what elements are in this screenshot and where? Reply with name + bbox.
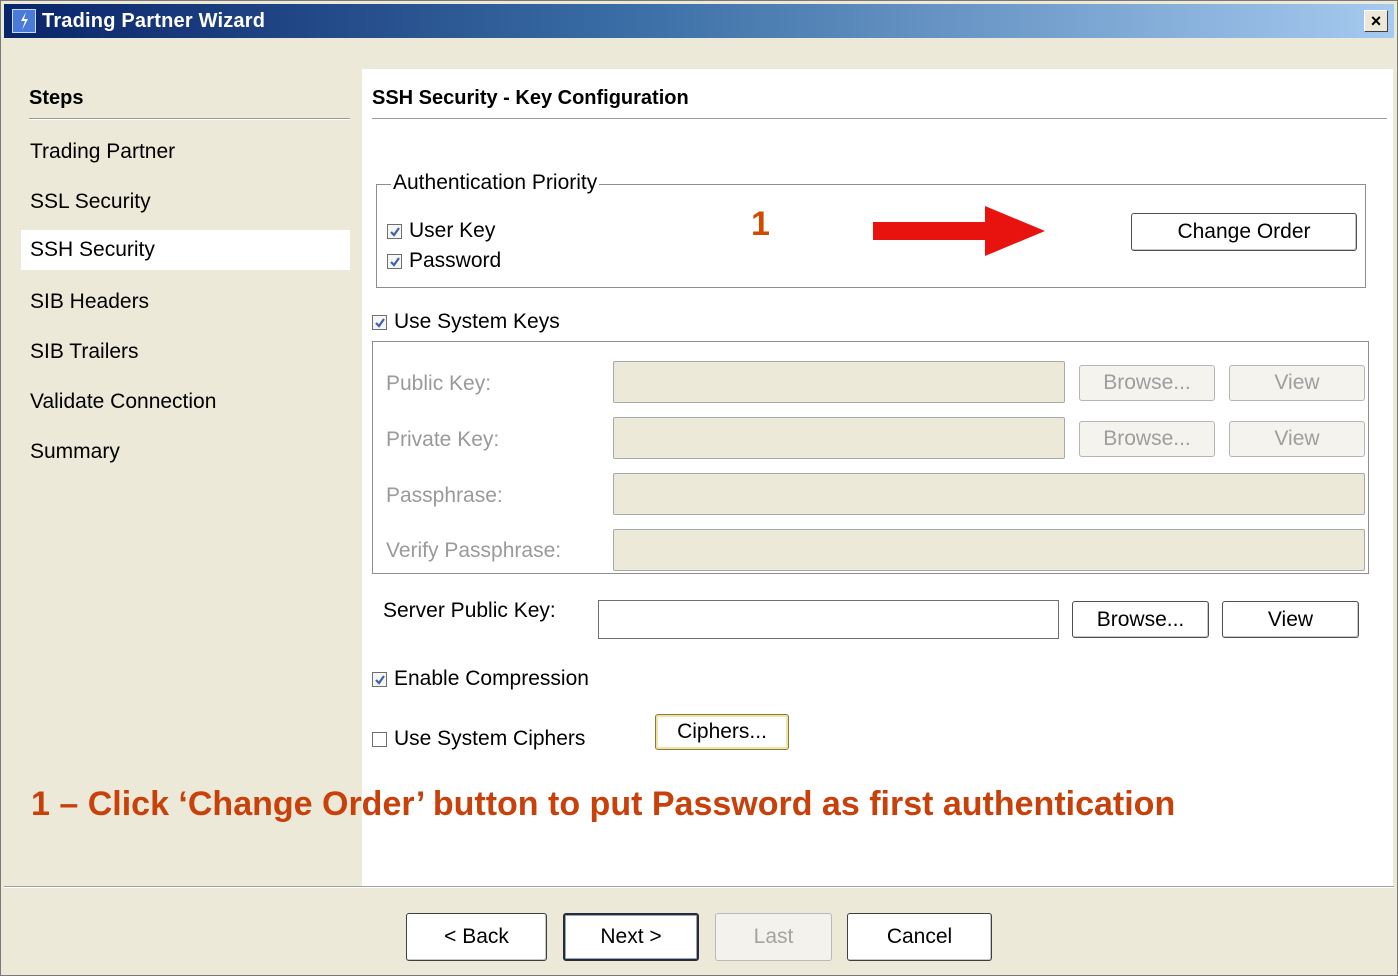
use-system-ciphers-label: Use System Ciphers — [394, 727, 586, 750]
public-key-browse-button[interactable]: Browse... — [1079, 365, 1215, 401]
user-key-checkbox[interactable]: User Key — [387, 219, 495, 243]
title-bar: Trading Partner Wizard × — [4, 4, 1394, 38]
step-sib-headers[interactable]: SIB Headers — [21, 282, 350, 322]
private-key-label: Private Key: — [386, 428, 500, 451]
server-key-view-button[interactable]: View — [1222, 601, 1359, 638]
authentication-priority-legend: Authentication Priority — [391, 171, 600, 195]
step-validate-connection[interactable]: Validate Connection — [21, 382, 350, 422]
step-summary[interactable]: Summary — [21, 432, 350, 472]
authentication-priority-group: Authentication Priority User Key Passwor… — [376, 171, 1366, 288]
step-sib-trailers[interactable]: SIB Trailers — [21, 332, 350, 372]
server-public-key-input[interactable] — [598, 600, 1059, 639]
step-ssh-security[interactable]: SSH Security — [21, 230, 350, 270]
checkbox-checked-icon[interactable] — [372, 314, 387, 330]
private-key-field[interactable] — [613, 417, 1065, 459]
window-title: Trading Partner Wizard — [42, 10, 266, 32]
passphrase-field[interactable] — [613, 473, 1365, 515]
password-label: Password — [409, 249, 502, 272]
enable-compression-label: Enable Compression — [394, 667, 589, 690]
public-key-field[interactable] — [613, 361, 1065, 403]
content-panel: SSH Security - Key Configuration Authent… — [362, 69, 1393, 886]
enable-compression-checkbox[interactable]: Enable Compression — [372, 667, 589, 691]
server-public-key-label: Server Public Key: — [383, 599, 556, 622]
ciphers-button[interactable]: Ciphers... — [655, 714, 789, 750]
password-checkbox[interactable]: Password — [387, 249, 501, 273]
last-button[interactable]: Last — [715, 913, 832, 961]
keys-group: Public Key: Browse... View Private Key: … — [372, 341, 1369, 574]
checkbox-checked-icon[interactable] — [372, 671, 387, 687]
use-system-ciphers-checkbox[interactable]: Use System Ciphers — [372, 727, 585, 751]
public-key-label: Public Key: — [386, 372, 492, 395]
footer-divider — [4, 886, 1394, 888]
annotation-arrow-icon — [873, 206, 1045, 256]
step-trading-partner[interactable]: Trading Partner — [21, 132, 350, 172]
private-key-view-button[interactable]: View — [1229, 421, 1365, 457]
close-button[interactable]: × — [1364, 10, 1388, 32]
step-ssl-security[interactable]: SSL Security — [21, 182, 350, 222]
checkbox-unchecked-icon[interactable] — [372, 731, 387, 747]
page-title: SSH Security - Key Configuration — [372, 87, 689, 109]
verify-passphrase-label: Verify Passphrase: — [386, 539, 562, 562]
verify-passphrase-field[interactable] — [613, 529, 1365, 571]
checkbox-checked-icon[interactable] — [387, 223, 402, 239]
private-key-browse-button[interactable]: Browse... — [1079, 421, 1215, 457]
public-key-view-button[interactable]: View — [1229, 365, 1365, 401]
back-button[interactable]: < Back — [406, 913, 547, 961]
steps-divider — [29, 118, 350, 120]
annotation-text: 1 – Click ‘Change Order’ button to put P… — [31, 785, 1176, 823]
wizard-window: Trading Partner Wizard × Steps Trading P… — [0, 0, 1398, 976]
use-system-keys-checkbox[interactable]: Use System Keys — [372, 310, 560, 334]
checkbox-checked-icon[interactable] — [387, 253, 402, 269]
passphrase-label: Passphrase: — [386, 484, 503, 507]
user-key-label: User Key — [409, 219, 496, 242]
steps-heading: Steps — [29, 87, 84, 109]
app-logo-icon — [12, 9, 36, 33]
annotation-number: 1 — [751, 205, 770, 243]
use-system-keys-label: Use System Keys — [394, 310, 560, 333]
next-button[interactable]: Next > — [563, 913, 699, 961]
change-order-button[interactable]: Change Order — [1131, 213, 1357, 251]
title-divider — [372, 118, 1387, 119]
server-key-browse-button[interactable]: Browse... — [1072, 601, 1209, 638]
cancel-button[interactable]: Cancel — [847, 913, 992, 961]
close-icon[interactable]: × — [1371, 11, 1382, 31]
